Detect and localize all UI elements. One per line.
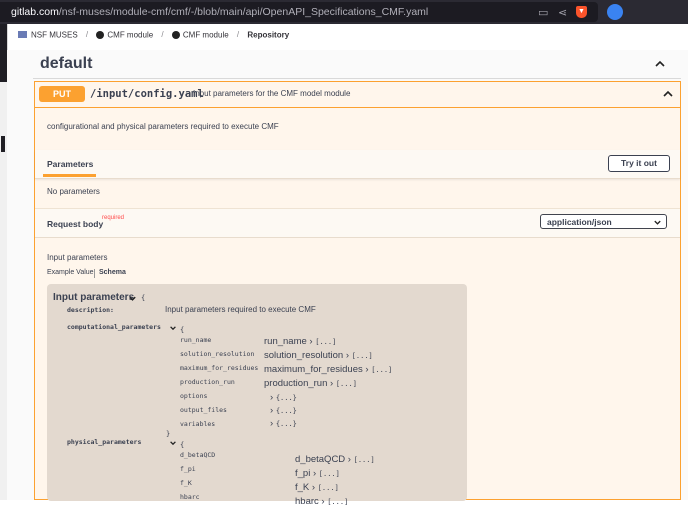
share-icon[interactable]: ⋖ xyxy=(558,7,567,19)
operation-description: configurational and physical parameters … xyxy=(47,122,279,131)
property-key: production_run xyxy=(180,378,235,386)
active-tab-underline xyxy=(43,174,96,177)
schema-model: Input parameters { description: Input pa… xyxy=(47,284,467,507)
brave-shields-icon[interactable]: ▼ xyxy=(576,6,587,18)
property-key-computational: computational_parameters xyxy=(67,323,161,331)
property-key-physical: physical_parameters xyxy=(67,438,142,446)
no-parameters-text: No parameters xyxy=(47,187,100,196)
property-key: maximum_for_residues xyxy=(180,364,259,372)
chevron-down-icon[interactable] xyxy=(169,439,177,447)
chevron-down-icon[interactable] xyxy=(128,294,137,303)
required-marker: required xyxy=(102,215,125,221)
content-type-value: application/json xyxy=(547,217,612,227)
breadcrumb-item-cmf-group[interactable]: CMF module xyxy=(107,30,153,39)
submodel-title[interactable]: f_pi › [...] xyxy=(295,468,340,479)
breadcrumb-separator: / xyxy=(85,30,89,40)
operation-block: PUT /input/config.yaml Input parameters … xyxy=(34,81,681,507)
tab-divider xyxy=(94,269,95,278)
property-key: output_files xyxy=(180,406,227,414)
breadcrumb-item-repository[interactable]: Repository xyxy=(247,30,289,39)
breadcrumb-separator: / xyxy=(161,30,164,40)
brace-open: { xyxy=(141,294,146,302)
brace-close: } xyxy=(166,430,171,438)
property-key: solution_resolution xyxy=(180,350,255,358)
property-key-description: description: xyxy=(67,306,114,314)
tab-schema[interactable]: Schema xyxy=(99,269,126,276)
operation-header[interactable]: PUT /input/config.yaml Input parameters … xyxy=(35,82,680,108)
request-body-header: Request body required application/json xyxy=(35,208,680,238)
brace-open: { xyxy=(180,326,185,334)
submodel-title[interactable]: hbarc › [...] xyxy=(295,496,348,507)
submodel-title[interactable]: solution_resolution › [...] xyxy=(264,350,373,361)
submodel-title[interactable]: run_name › [...] xyxy=(264,336,336,347)
request-body-label: Request body xyxy=(47,219,104,229)
chevron-up-icon[interactable] xyxy=(662,88,674,100)
reader-view-icon[interactable]: ▭ xyxy=(538,7,548,19)
operation-summary: Input parameters for the CMF model modul… xyxy=(193,89,351,98)
brace-open: { xyxy=(180,441,185,449)
property-key: variables xyxy=(180,420,216,428)
project-avatar-icon xyxy=(96,30,105,39)
sidebar-nav-edge xyxy=(0,24,7,82)
chevron-down-icon xyxy=(654,220,661,225)
extension-icon[interactable] xyxy=(607,4,623,20)
request-body-description: Input parameters xyxy=(47,253,108,262)
url-text: gitlab.com/nsf-muses/module-cmf/cmf/-/bl… xyxy=(11,6,429,18)
operation-path: /input/config.yaml xyxy=(90,88,204,100)
section-title[interactable]: default xyxy=(40,55,92,73)
project-avatar-icon xyxy=(171,30,180,39)
property-key: f_K xyxy=(180,479,192,487)
property-key: f_pi xyxy=(180,465,196,473)
sidebar-active-marker xyxy=(1,136,5,152)
breadcrumb-separator: / xyxy=(236,30,240,40)
section-divider xyxy=(33,78,681,79)
content-type-select[interactable]: application/json xyxy=(540,214,667,229)
parameters-header: Parameters Try it out xyxy=(35,150,680,179)
nsf-muses-logo-icon xyxy=(18,31,27,39)
breadcrumb-item-cmf-project[interactable]: CMF module xyxy=(183,30,229,39)
url-bar[interactable]: gitlab.com/nsf-muses/module-cmf/cmf/-/bl… xyxy=(0,2,598,22)
browser-toolbar: gitlab.com/nsf-muses/module-cmf/cmf/-/bl… xyxy=(0,0,688,24)
http-method-badge: PUT xyxy=(39,86,85,102)
submodel-title[interactable]: production_run › [...] xyxy=(264,378,357,389)
property-key: options xyxy=(180,392,208,400)
property-value-description: Input parameters required to execute CMF xyxy=(165,305,316,314)
property-key: d_betaQCD xyxy=(180,451,216,459)
submodel-object[interactable]: › {...} xyxy=(270,392,297,403)
chevron-up-icon[interactable] xyxy=(654,58,666,70)
tab-example-value[interactable]: Example Value xyxy=(47,269,94,276)
tab-parameters[interactable]: Parameters xyxy=(47,159,93,169)
property-key: run_name xyxy=(180,336,212,344)
submodel-object[interactable]: › {...} xyxy=(270,405,297,416)
submodel-title[interactable]: f_K › [...] xyxy=(295,482,339,493)
model-title[interactable]: Input parameters xyxy=(53,292,134,303)
breadcrumb: NSF MUSES / CMF module / CMF module / Re… xyxy=(18,30,289,44)
submodel-title[interactable]: d_betaQCD › [...] xyxy=(295,454,375,465)
breadcrumb-item-nsf-muses[interactable]: NSF MUSES xyxy=(31,30,78,39)
chevron-down-icon[interactable] xyxy=(169,324,177,332)
try-it-out-button[interactable]: Try it out xyxy=(608,155,670,172)
submodel-title[interactable]: maximum_for_residues › [...] xyxy=(264,364,392,375)
submodel-object[interactable]: › {...} xyxy=(270,418,297,429)
